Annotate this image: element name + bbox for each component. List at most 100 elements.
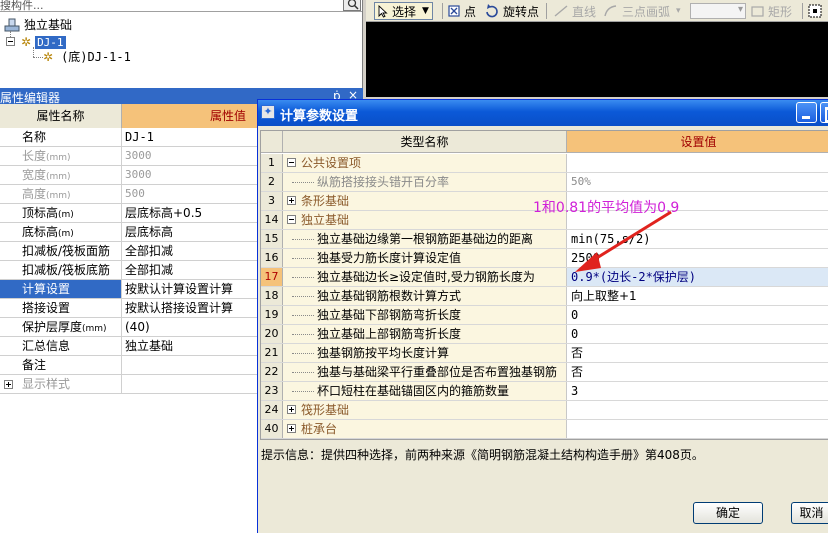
property-name-label: 扣减板/筏板面筋: [22, 244, 111, 258]
table-row[interactable]: 2 纵筋搭接接头错开百分率 50%: [261, 173, 828, 192]
rectangle-tool-button[interactable]: 矩形: [751, 2, 792, 20]
table-row[interactable]: 18 独立基础钢筋根数计算方式 向上取整+1: [261, 287, 828, 306]
table-row[interactable]: 23 杯口短柱在基础锚固区内的箍筋数量 3: [261, 382, 828, 401]
property-row-lap-settings[interactable]: 搭接设置 按默认搭接设置计算: [0, 299, 260, 318]
property-name-label: 显示样式: [22, 377, 71, 391]
property-value[interactable]: 层底标高: [123, 223, 260, 241]
rectangle-tool-label: 矩形: [768, 4, 793, 19]
property-value[interactable]: 按默认搭接设置计算: [123, 299, 260, 317]
row-value[interactable]: 否: [567, 344, 828, 362]
table-row[interactable]: 21 独基钢筋按平均长度计算 否: [261, 344, 828, 363]
snap-tool-button[interactable]: [808, 2, 822, 20]
row-value[interactable]: [567, 401, 828, 419]
property-row-width[interactable]: 宽度(mm) 3000: [0, 166, 260, 185]
line-tool-button[interactable]: 直线: [554, 2, 596, 20]
expand-toggle[interactable]: [287, 405, 296, 414]
table-row[interactable]: 19 独立基础下部钢筋弯折长度 0: [261, 306, 828, 325]
cancel-button[interactable]: 取消: [791, 502, 828, 524]
expand-toggle[interactable]: [287, 424, 296, 433]
collapse-toggle[interactable]: [287, 158, 296, 167]
ok-button[interactable]: 确定: [693, 502, 763, 524]
property-row-remark[interactable]: 备注: [0, 356, 260, 375]
property-row-cover-thickness[interactable]: 保护层厚度(mm) (40): [0, 318, 260, 337]
table-row[interactable]: 24 筏形基础: [261, 401, 828, 420]
toolbar-combo[interactable]: [690, 3, 746, 19]
gear-icon: ✲: [43, 49, 54, 64]
point-tool-button[interactable]: 点: [448, 2, 476, 20]
property-row-deduct-bottom-bar[interactable]: 扣减板/筏板底筋 全部扣减: [0, 261, 260, 280]
row-value[interactable]: 0: [567, 325, 828, 343]
property-row-length[interactable]: 长度(mm) 3000: [0, 147, 260, 166]
tree-node-root[interactable]: 独立基础: [4, 16, 72, 33]
property-row-summary[interactable]: 汇总信息 独立基础: [0, 337, 260, 356]
table-row[interactable]: 22 独基与基础梁平行重叠部位是否布置独基钢筋 否: [261, 363, 828, 382]
annotation-arrow-icon: [575, 210, 672, 272]
row-value[interactable]: 否: [567, 363, 828, 381]
row-name: 筏形基础: [301, 403, 350, 417]
minimize-button[interactable]: [796, 102, 817, 123]
property-value[interactable]: DJ-1: [123, 128, 260, 146]
tree-node-dj1-1[interactable]: ✲ (底)DJ-1-1: [43, 48, 131, 65]
property-value[interactable]: [123, 356, 260, 374]
property-row-height[interactable]: 高度(mm) 500: [0, 185, 260, 204]
property-value[interactable]: 层底标高+0.5: [123, 204, 260, 222]
property-row-top-elevation[interactable]: 顶标高(m) 层底标高+0.5: [0, 204, 260, 223]
drawing-canvas[interactable]: [366, 22, 828, 97]
table-row[interactable]: 16 独基受力筋长度计算设定值 2500: [261, 249, 828, 268]
property-value[interactable]: 按默认计算设置计算: [123, 280, 260, 298]
property-row-display-style[interactable]: 显示样式: [0, 375, 260, 394]
select-tool-button[interactable]: 选择 ▼: [374, 2, 433, 20]
tree-search-box[interactable]: 搜构件...: [0, 0, 362, 13]
collapse-toggle[interactable]: [6, 37, 15, 46]
component-type-icon: [4, 18, 20, 31]
property-value[interactable]: 全部扣减: [123, 261, 260, 279]
property-value[interactable]: 独立基础: [123, 337, 260, 355]
three-point-arc-tool-button[interactable]: 三点画弧 ▾: [604, 2, 681, 20]
property-value[interactable]: 500: [123, 185, 260, 203]
property-value[interactable]: 全部扣减: [123, 242, 260, 260]
tree-connector: [292, 391, 314, 392]
row-number: 14: [261, 211, 283, 229]
property-unit: (m): [58, 229, 74, 239]
property-row-name[interactable]: 名称 DJ-1: [0, 128, 260, 147]
table-row[interactable]: 40 桩承台: [261, 420, 828, 439]
maximize-button[interactable]: [820, 102, 828, 123]
row-name: 独立基础下部钢筋弯折长度: [317, 308, 462, 322]
chevron-down-icon[interactable]: ▼: [422, 6, 429, 16]
table-row-selected[interactable]: 17 独立基础边长≥设定值时,受力钢筋长度为 0.9*(边长-2*保护层): [261, 268, 828, 287]
tree-connector: [292, 372, 314, 373]
property-name-label: 底标高: [22, 225, 59, 239]
row-value[interactable]: 3: [567, 382, 828, 400]
dialog-title: 计算参数设置: [280, 109, 359, 124]
property-value[interactable]: (40): [123, 318, 260, 336]
chevron-down-icon[interactable]: ▾: [676, 6, 681, 16]
tree-search-input[interactable]: 搜构件...: [0, 0, 44, 13]
line-tool-label: 直线: [572, 4, 597, 19]
table-row[interactable]: 20 独立基础上部钢筋弯折长度 0: [261, 325, 828, 344]
row-value[interactable]: [567, 420, 828, 438]
property-value[interactable]: 3000: [123, 147, 260, 165]
row-value[interactable]: 50%: [567, 173, 828, 191]
table-row[interactable]: 1 公共设置项: [261, 154, 828, 173]
property-row-calc-settings[interactable]: 计算设置 按默认计算设置计算: [0, 280, 260, 299]
row-name: 独立基础钢筋根数计算方式: [317, 289, 462, 303]
property-row-bottom-elevation[interactable]: 底标高(m) 层底标高: [0, 223, 260, 242]
row-value[interactable]: [567, 154, 828, 172]
tree-connector: [292, 277, 314, 278]
property-value[interactable]: 3000: [123, 166, 260, 184]
snap-icon: [808, 4, 822, 18]
search-button[interactable]: [343, 0, 361, 11]
property-unit: (mm): [46, 191, 71, 201]
collapse-toggle[interactable]: [287, 215, 296, 224]
tree-connector: [292, 239, 314, 240]
property-grid-header: 属性名称 属性值: [0, 104, 260, 128]
three-point-arc-tool-label: 三点画弧: [622, 4, 671, 19]
table-row[interactable]: 15 独立基础边缘第一根钢筋距基础边的距离 min(75,s/2): [261, 230, 828, 249]
row-value[interactable]: 向上取整+1: [567, 287, 828, 305]
tree-connector: [292, 353, 314, 354]
rotate-point-tool-button[interactable]: 旋转点: [484, 2, 539, 20]
property-row-deduct-top-bar[interactable]: 扣减板/筏板面筋 全部扣减: [0, 242, 260, 261]
row-value[interactable]: 0: [567, 306, 828, 324]
component-tree-panel: 搜构件... 独立基础 ✲ DJ-1 ✲ (底)DJ-1-1: [0, 0, 363, 88]
expand-toggle[interactable]: [287, 196, 296, 205]
